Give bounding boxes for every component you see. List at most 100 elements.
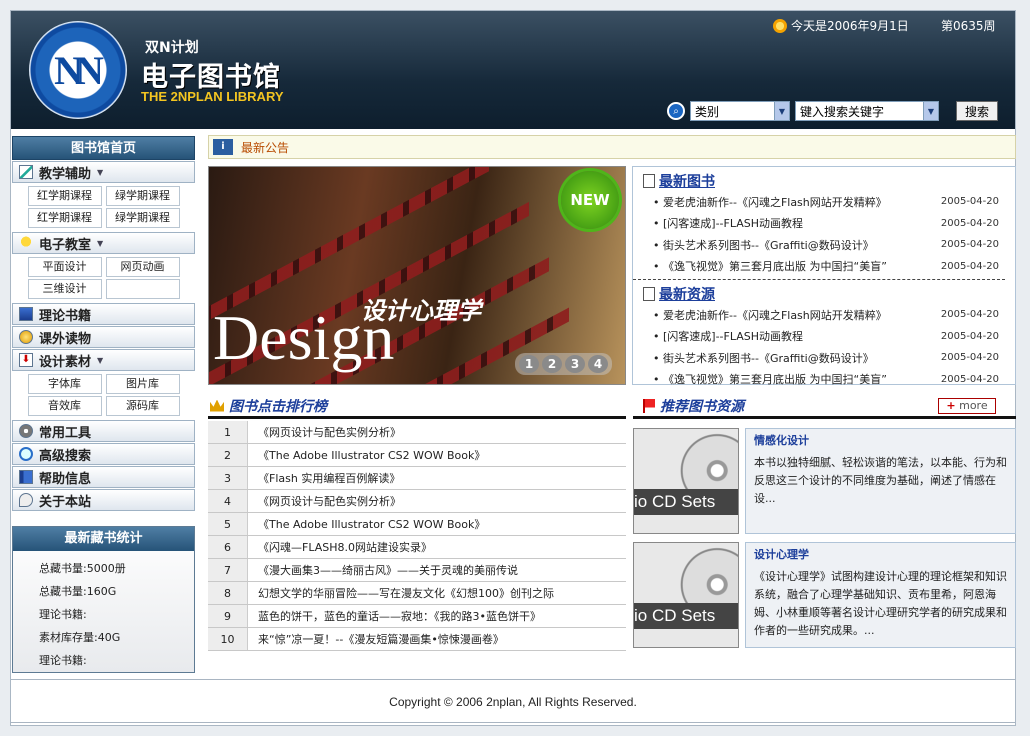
recommend-item: io CD Sets 情感化设计 本书以独特细腻、轻松诙谐的笔法，以本能、行为和反… [633, 428, 1016, 534]
submenu-item[interactable]: 音效库 [27, 396, 102, 416]
book-icon [19, 307, 33, 321]
table-row[interactable]: 10 来“惊”凉一夏！--《漫友短篇漫画集•惊悚漫画卷》 [208, 628, 626, 651]
table-row[interactable]: 6 《闪魂—FLASH8.0网站建设实录》 [208, 536, 626, 559]
table-row[interactable]: 9 蓝色的饼干，蓝色的童话——寂地：《我的路3•蓝色饼干》 [208, 605, 626, 628]
sidebar-item-advanced-search[interactable]: 高级搜索 [12, 443, 195, 465]
rank-number: 6 [208, 536, 248, 558]
recommend-header: 推荐图书资源 + more [633, 395, 1016, 419]
rank-number: 1 [208, 421, 248, 443]
submenu-item[interactable]: 字体库 [27, 374, 102, 394]
submenu-teaching: 红学期课程 绿学期课程 红学期课程 绿学期课程 [12, 183, 195, 231]
pager-dot[interactable]: 2 [542, 355, 562, 373]
pager-dot[interactable]: 3 [565, 355, 585, 373]
stat-item: 素材库存量:40G [39, 631, 121, 644]
table-row[interactable]: 7 《漫大画集3——绮丽古风》——关于灵魂的美丽传说 [208, 559, 626, 582]
stat-item: 理论书籍: [39, 608, 87, 621]
table-row[interactable]: 3 《Flash 实用编程百例解读》 [208, 467, 626, 490]
sidebar-item-label: 设计素材 [39, 354, 92, 370]
submenu-item[interactable]: 图片库 [105, 374, 180, 394]
gear-icon [19, 424, 33, 438]
sidebar-item-teaching[interactable]: 教学辅助 ▼ [12, 161, 195, 183]
sidebar-item-label: 教学辅助 [39, 166, 92, 182]
more-button[interactable]: + more [938, 398, 996, 414]
notice-bar[interactable]: i 最新公告 [208, 135, 1016, 159]
table-row[interactable]: 5 《The Adobe Illustrator CS2 WOW Book》 [208, 513, 626, 536]
latest-resources-title[interactable]: 最新资源 [659, 284, 715, 304]
sidebar-item-tools[interactable]: 常用工具 [12, 420, 195, 442]
pager-dot[interactable]: 4 [588, 355, 608, 373]
recommend-item-title[interactable]: 设计心理学 [754, 546, 1009, 562]
lightbulb-icon [19, 236, 33, 250]
rank-number: 4 [208, 490, 248, 512]
news-item[interactable]: • 街头艺术系列图书--《Graffiti@数码设计》 2005-04-20 [633, 347, 1015, 369]
news-item[interactable]: • 爱老虎油新作--《闪魂之Flash网站开发精粹》 2005-04-20 [633, 304, 1015, 326]
table-row[interactable]: 2 《The Adobe Illustrator CS2 WOW Book》 [208, 444, 626, 467]
sidebar-item-help[interactable]: 帮助信息 [12, 466, 195, 488]
news-item[interactable]: • 《逸飞视觉》第三套月底出版 为中国扫“美盲” 2005-04-20 [633, 256, 1015, 278]
submenu-item-empty [105, 279, 180, 299]
submenu-item[interactable]: 源码库 [105, 396, 180, 416]
sidebar-item-reading[interactable]: 课外读物 [12, 326, 195, 348]
table-row[interactable]: 1 《网页设计与配色实例分析》 [208, 421, 626, 444]
category-value: 类别 [695, 104, 720, 119]
ranking-header: 图书点击排行榜 [208, 395, 626, 419]
table-row[interactable]: 4 《网页设计与配色实例分析》 [208, 490, 626, 513]
latest-panel: 最新图书 • 爱老虎油新作--《闪魂之Flash网站开发精粹》 2005-04-2… [632, 166, 1016, 386]
sidebar-item-label: 电子教室 [39, 237, 92, 253]
recommend-text: 设计心理学《设计心理学》试图构建设计心理的理论框架和知识系统，融合了心理学基础知… [745, 542, 1016, 648]
sidebar-item-classroom[interactable]: 电子教室 ▼ [12, 232, 195, 254]
submenu-item[interactable]: 红学期课程 [27, 186, 102, 206]
submenu-item[interactable]: 红学期课程 [27, 208, 102, 228]
new-badge: NEW [561, 171, 619, 229]
chevron-down-icon: ▼ [97, 355, 104, 365]
sidebar-item-about[interactable]: 关于本站 [12, 489, 195, 511]
rank-title: 蓝色的饼干，蓝色的童话——寂地：《我的路3•蓝色饼干》 [258, 610, 541, 623]
rank-number: 10 [208, 628, 248, 650]
rank-title: 《Flash 实用编程百例解读》 [258, 472, 401, 485]
brand-subtitle: 双N计划 [145, 40, 199, 56]
sidebar-home-title[interactable]: 图书馆首页 [12, 136, 195, 160]
featured-banner[interactable]: NEW 设计心理学 Design 1 2 3 4 [208, 166, 626, 385]
news-item[interactable]: • 街头艺术系列图书--《Graffiti@数码设计》 2005-04-20 [633, 234, 1015, 256]
date-text: 今天是2006年9月1日 [791, 19, 909, 33]
bullet-icon: • [653, 308, 663, 322]
chevron-down-icon: ▼ [923, 102, 938, 120]
ranking-list: 1 《网页设计与配色实例分析》 2 《The Adobe Illustrator CS… [208, 421, 626, 651]
recommend-item-desc: 《设计心理学》试图构建设计心理的理论框架和知识系统，融合了心理学基础知识、贡布里… [754, 570, 1007, 637]
news-item[interactable]: • [闪客速成]--FLASH动画教程 2005-04-20 [633, 326, 1015, 348]
sidebar-item-theory[interactable]: 理论书籍 [12, 303, 195, 325]
plus-icon: + [946, 399, 956, 412]
stats-panel: 最新藏书统计 总藏书量:5000册 总藏书量:160G 理论书籍: 素材库存量:… [12, 526, 195, 673]
category-select[interactable]: 类别 ▼ [690, 101, 790, 121]
latest-books-title[interactable]: 最新图书 [659, 171, 715, 191]
news-item[interactable]: • [闪客速成]--FLASH动画教程 2005-04-20 [633, 213, 1015, 235]
submenu-item[interactable]: 绿学期课程 [105, 186, 180, 206]
news-date: 2005-04-20 [940, 373, 999, 385]
news-title: 爱老虎油新作--《闪魂之Flash网站开发精粹》 [663, 308, 887, 322]
search-button[interactable]: 搜索 [956, 101, 998, 121]
news-item[interactable]: • 《逸飞视觉》第三套月底出版 为中国扫“美盲” 2005-04-20 [633, 369, 1015, 391]
news-title: [闪客速成]--FLASH动画教程 [663, 330, 804, 344]
news-date: 2005-04-20 [940, 239, 999, 251]
sidebar: 图书馆首页 教学辅助 ▼ 红学期课程 绿学期课程 红学期课程 绿学期课程 电子教室… [12, 136, 195, 511]
news-title: 《逸飞视觉》第三套月底出版 为中国扫“美盲” [663, 373, 887, 387]
cd-cover-image[interactable]: io CD Sets [633, 428, 739, 534]
submenu-item[interactable]: 网页动画 [105, 257, 180, 277]
keyword-select[interactable]: 键入搜索关键字 ▼ [795, 101, 939, 121]
submenu-item[interactable]: 绿学期课程 [105, 208, 180, 228]
sidebar-item-materials[interactable]: ⬇ 设计素材 ▼ [12, 349, 195, 371]
cd-cover-image[interactable]: io CD Sets [633, 542, 739, 648]
submenu-item[interactable]: 平面设计 [27, 257, 102, 277]
pager-dot[interactable]: 1 [519, 355, 539, 373]
banner-title-en: Design [213, 302, 395, 373]
recommend-item-title[interactable]: 情感化设计 [754, 432, 1009, 448]
submenu-materials: 字体库 图片库 音效库 源码库 [12, 371, 195, 419]
news-date: 2005-04-20 [940, 260, 999, 272]
news-item[interactable]: • 爱老虎油新作--《闪魂之Flash网站开发精粹》 2005-04-20 [633, 191, 1015, 213]
table-row[interactable]: 8 幻想文学的华丽冒险——写在漫友文化《幻想100》创刊之际 [208, 582, 626, 605]
news-title: 《逸飞视觉》第三套月底出版 为中国扫“美盲” [663, 260, 887, 274]
submenu-item[interactable]: 三维设计 [27, 279, 102, 299]
cover-caption: io CD Sets [634, 489, 738, 515]
site-logo[interactable]: NN [29, 21, 127, 119]
rank-title: 《网页设计与配色实例分析》 [258, 495, 401, 508]
